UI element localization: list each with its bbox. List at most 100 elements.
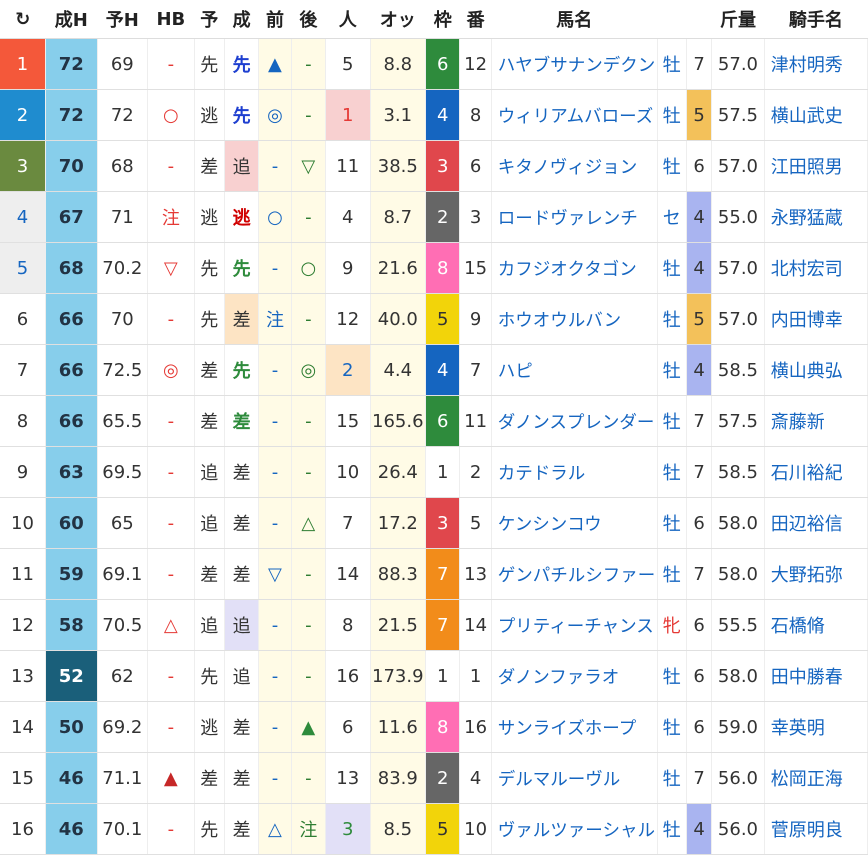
kinryo-cell: 57.0 — [711, 293, 765, 345]
header-odds[interactable]: オッ — [370, 0, 426, 39]
yoH-cell: 68 — [97, 140, 149, 192]
header-ban[interactable]: 番 — [459, 0, 492, 39]
horse-name-link[interactable]: サンライズホープ — [491, 701, 658, 753]
odds-cell: 38.5 — [370, 140, 427, 192]
rank-cell: 12 — [0, 599, 46, 651]
horse-name-link[interactable]: カフジオクタゴン — [491, 242, 658, 294]
jockey-name-link[interactable]: 江田照男 — [764, 140, 868, 192]
horse-name-link[interactable]: ホウオウルバン — [491, 293, 658, 345]
age-cell: 6 — [686, 599, 713, 651]
horse-name-link[interactable]: ロードヴァレンチ — [491, 191, 658, 243]
table-row[interactable]: 2 72 72 ○ 逃先 ◎ -1 3.1 4 8 ウィリアムバローズ牡 5 57.5 横山武史 — [0, 89, 868, 141]
header-name[interactable]: 馬名 — [491, 0, 658, 39]
sex-cell: 牡 — [657, 89, 687, 141]
ban-cell: 4 — [459, 752, 492, 804]
table-row[interactable]: 3 70 68- 差追 - ▽ 11 38.5 3 6 キタノヴィジョン牡 6 57.0 江田照男 — [0, 140, 868, 192]
header-hb[interactable]: HB — [147, 0, 195, 39]
header-kinryo[interactable]: 斤量 — [711, 0, 765, 39]
seiH-cell: 72 — [45, 89, 98, 141]
jockey-name-link[interactable]: 横山武史 — [764, 89, 868, 141]
jockey-name-link[interactable]: 石川裕紀 — [764, 446, 868, 498]
jockey-name-link[interactable]: 田中勝春 — [764, 650, 868, 702]
table-row[interactable]: 15 46 71.1 ▲ 差差 - -13 83.9 2 4 デルマルーヴル牡 7 56.0 松岡正海 — [0, 752, 868, 804]
sex-cell: 牡 — [657, 752, 687, 804]
jockey-name-link[interactable]: 石橋脩 — [764, 599, 868, 651]
sex-cell: 牡 — [657, 293, 687, 345]
header-seiH[interactable]: 成H — [45, 0, 98, 39]
jockey-name-link[interactable]: 永野猛蔵 — [764, 191, 868, 243]
jockey-name-link[interactable]: 松岡正海 — [764, 752, 868, 804]
header-waku[interactable]: 枠 — [425, 0, 460, 39]
horse-name-link[interactable]: ゲンパチルシファー — [491, 548, 658, 600]
table-row[interactable]: 5 68 70.2 ▽ 先先 - ○ 9 21.6 8 15 カフジオクタゴン牡 4 57.0 北村宏司 — [0, 242, 868, 294]
header-ninki[interactable]: 人 — [325, 0, 370, 39]
header-sei[interactable]: 成 — [224, 0, 259, 39]
jockey-name-link[interactable]: 田辺裕信 — [764, 497, 868, 549]
seiH-cell: 66 — [45, 344, 98, 396]
reload-icon[interactable]: ↻ — [0, 0, 46, 39]
sex-cell: 牡 — [657, 344, 687, 396]
horse-name-link[interactable]: キタノヴィジョン — [491, 140, 658, 192]
ato-cell: - — [291, 38, 327, 90]
header-yoH[interactable]: 予H — [97, 0, 148, 39]
table-row[interactable]: 12 58 70.5 △ 追追 - -8 21.5 7 14 プリティーチャンス牝 6 55.5 石橋脩 — [0, 599, 868, 651]
age-cell: 4 — [686, 242, 713, 294]
table-row[interactable]: 14 50 69.2- 逃差 - ▲ 6 11.6 8 16 サンライズホープ牡 6 59.0 幸英明 — [0, 701, 868, 753]
horse-name-link[interactable]: ハヤブサナンデクン — [491, 38, 658, 90]
horse-name-link[interactable]: プリティーチャンス — [491, 599, 658, 651]
odds-cell: 165.6 — [370, 395, 427, 447]
header-jockey[interactable]: 騎手名 — [764, 0, 868, 39]
horse-name-link[interactable]: ハピ — [491, 344, 658, 396]
jockey-name-link[interactable]: 大野拓弥 — [764, 548, 868, 600]
table-row[interactable]: 11 59 69.1- 差差 ▽ -14 88.3 7 13 ゲンパチルシファー牡 7 58.0 大野拓… — [0, 548, 868, 600]
table-row[interactable]: 4 67 71 注逃逃 ○ -4 8.7 2 3 ロードヴァレンチセ 4 55.0 永野猛蔵 — [0, 191, 868, 243]
horse-name-link[interactable]: ダノンスプレンダー — [491, 395, 658, 447]
waku-cell: 1 — [425, 650, 461, 702]
horse-name-link[interactable]: ウィリアムバローズ — [491, 89, 658, 141]
horse-name-link[interactable]: ケンシンコウ — [491, 497, 658, 549]
kinryo-cell: 58.5 — [711, 446, 765, 498]
ninki-cell: 1 — [325, 89, 371, 141]
waku-cell: 1 — [425, 446, 461, 498]
table-row[interactable]: 10 60 65- 追差 - △ 7 17.2 3 5 ケンシンコウ牡 6 58.0 田辺裕信 — [0, 497, 868, 549]
kinryo-cell: 55.0 — [711, 191, 765, 243]
jockey-name-link[interactable]: 内田博幸 — [764, 293, 868, 345]
horse-name-link[interactable]: デルマルーヴル — [491, 752, 658, 804]
table-row[interactable]: 7 66 72.5 ◎ 差先 - ◎ 2 4.4 4 7 ハピ牡 4 58.5 横山典弘 — [0, 344, 868, 396]
jockey-name-link[interactable]: 津村明秀 — [764, 38, 868, 90]
yo-cell: 逃 — [194, 701, 225, 753]
ato-cell: - — [291, 752, 327, 804]
horse-name-link[interactable]: カテドラル — [491, 446, 658, 498]
sei-cell: 差 — [224, 548, 260, 600]
mae-cell: - — [258, 650, 292, 702]
jockey-name-link[interactable]: 幸英明 — [764, 701, 868, 753]
yoH-cell: 62 — [97, 650, 149, 702]
race-table: ↻ 成H 予H HB 予 成 前 後 人 オッ 枠 番 馬名 斤量 騎手名 17… — [0, 0, 868, 855]
jockey-name-link[interactable]: 斎藤新 — [764, 395, 868, 447]
sei-cell: 先 — [224, 89, 260, 141]
table-row[interactable]: 6 66 70- 先差注 -12 40.0 5 9 ホウオウルバン牡 5 57.0 内田博幸 — [0, 293, 868, 345]
header-sex — [657, 0, 687, 39]
seiH-cell: 63 — [45, 446, 98, 498]
waku-cell: 7 — [425, 599, 461, 651]
jockey-name-link[interactable]: 横山典弘 — [764, 344, 868, 396]
header-ato[interactable]: 後 — [291, 0, 326, 39]
ban-cell: 13 — [459, 548, 492, 600]
kinryo-cell: 57.0 — [711, 140, 765, 192]
table-row[interactable]: 1 72 69- 先先 ▲ -5 8.8 6 12 ハヤブサナンデクン牡 7 57.0 津村明秀 — [0, 38, 868, 90]
table-row[interactable]: 8 66 65.5- 差差 - -15 165.6 6 11 ダノンスプレンダー牡 7 57.5 斎藤新 — [0, 395, 868, 447]
age-cell: 7 — [686, 446, 713, 498]
waku-cell: 8 — [425, 242, 461, 294]
header-yo[interactable]: 予 — [194, 0, 225, 39]
table-row[interactable]: 9 63 69.5- 追差 - -10 26.4 1 2 カテドラル牡 7 58.5 石川裕紀 — [0, 446, 868, 498]
hb-cell: - — [147, 38, 195, 90]
sex-cell: 牡 — [657, 650, 687, 702]
horse-name-link[interactable]: ダノンファラオ — [491, 650, 658, 702]
yo-cell: 追 — [194, 446, 225, 498]
ato-cell: - — [291, 446, 327, 498]
table-row[interactable]: 13 52 62- 先追 - -16 173.9 1 1 ダノンファラオ牡 6 58.0 田中勝春 — [0, 650, 868, 702]
rank-cell: 2 — [0, 89, 46, 141]
jockey-name-link[interactable]: 北村宏司 — [764, 242, 868, 294]
mae-cell: - — [258, 140, 292, 192]
header-mae[interactable]: 前 — [258, 0, 292, 39]
